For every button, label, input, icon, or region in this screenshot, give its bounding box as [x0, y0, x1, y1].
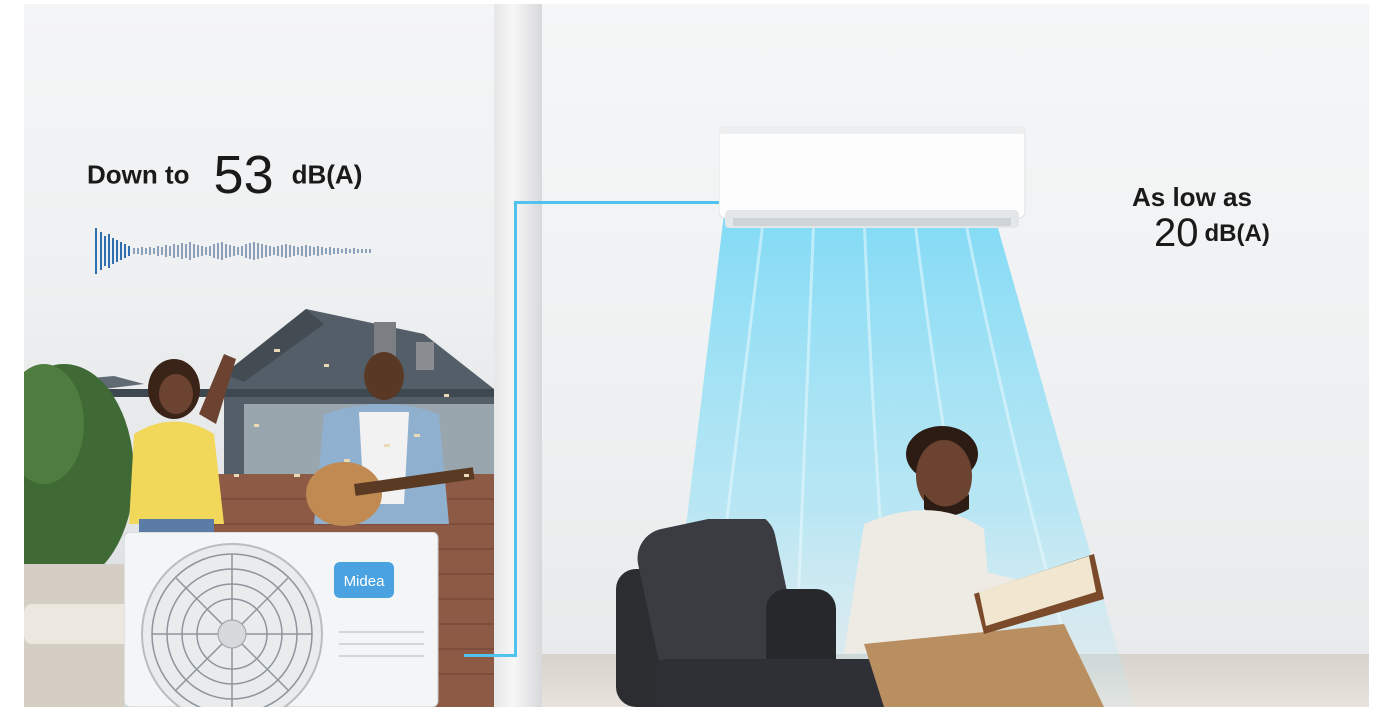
wall-divider [494, 4, 542, 707]
outdoor-noise-prefix: Down to [87, 159, 190, 190]
refrigerant-line-horizontal-top [514, 201, 719, 204]
refrigerant-line-horizontal-bottom [464, 654, 517, 657]
outdoor-noise-value: 53 [213, 145, 274, 205]
outdoor-noise-unit: dB(A) [291, 159, 363, 190]
indoor-ac-unit [719, 126, 1026, 228]
hero-scene: Down to 53 dB(A) As low as 20 dB(A) Mide… [24, 4, 1369, 707]
refrigerant-line-vertical [514, 201, 517, 656]
soundwave-icon [95, 228, 371, 274]
indoor-noise-prefix: As low as [1132, 182, 1252, 212]
outdoor-condenser-unit: Midea [124, 532, 439, 707]
reading-man [844, 426, 1104, 707]
brand-badge: Midea [344, 573, 386, 590]
outdoor-noise-claim: Down to 53 dB(A) [87, 144, 362, 206]
